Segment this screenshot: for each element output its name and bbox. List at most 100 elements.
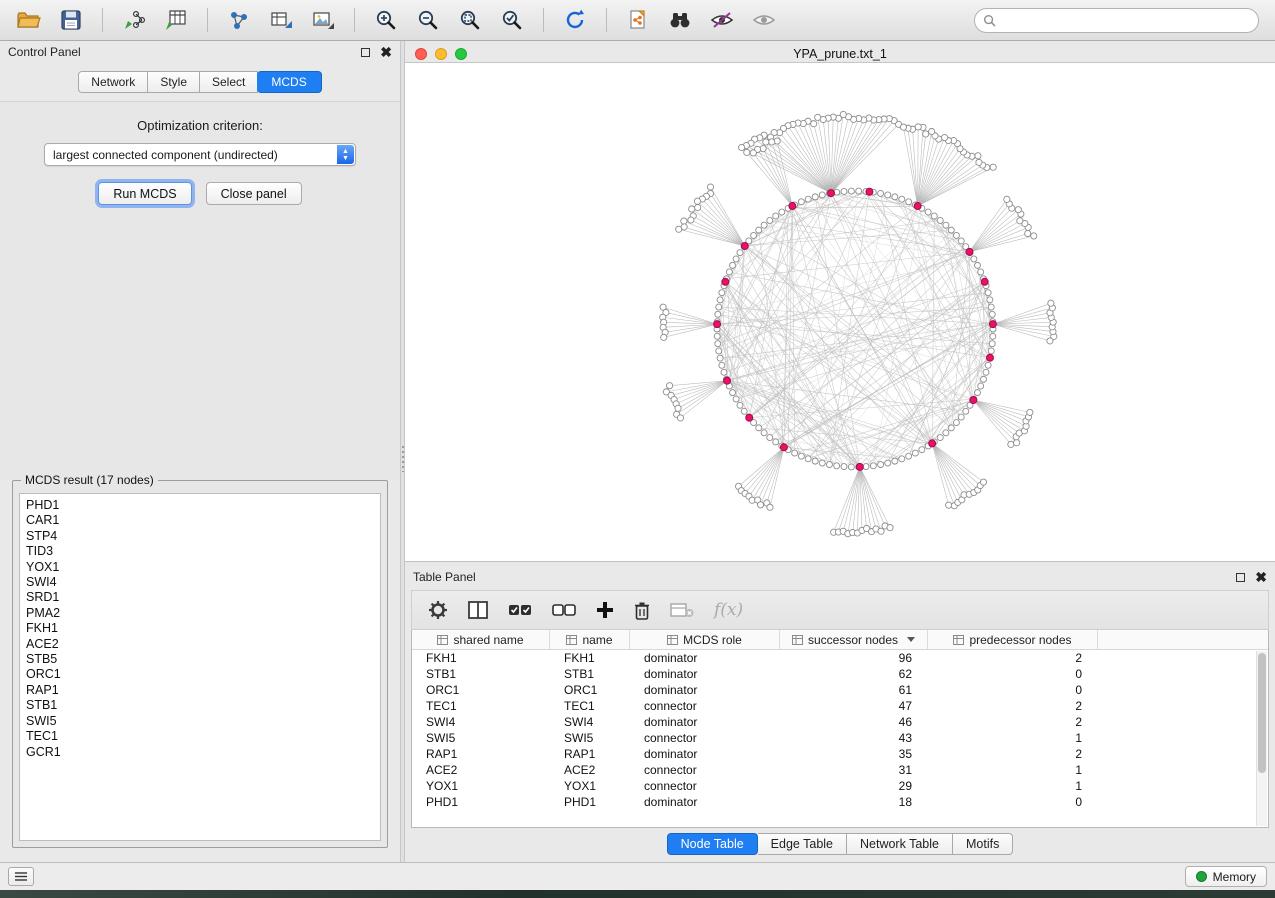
hide-selected-button[interactable] (703, 4, 741, 36)
column-header-name[interactable]: name (550, 630, 630, 649)
select-all-icon[interactable] (508, 602, 532, 618)
copy-network-button[interactable] (619, 4, 657, 36)
toolbar-separator (354, 8, 355, 32)
network-view[interactable] (405, 63, 1275, 561)
table-cell: TEC1 (412, 699, 550, 713)
mcds-node-item[interactable]: TEC1 (26, 729, 380, 744)
find-button[interactable] (661, 4, 699, 36)
table-row[interactable]: PHD1PHD1dominator180 (412, 794, 1268, 810)
table-cell: 35 (780, 747, 928, 761)
table-row[interactable]: ACE2ACE2connector311 (412, 762, 1268, 778)
table-cell: FKH1 (412, 651, 550, 665)
table-settings-gear-icon[interactable] (428, 600, 448, 620)
import-network-button[interactable] (115, 4, 153, 36)
mcds-node-item[interactable]: ORC1 (26, 667, 380, 682)
column-type-icon (566, 635, 577, 645)
mcds-node-item[interactable]: RAP1 (26, 683, 380, 698)
import-table-button[interactable] (157, 4, 195, 36)
zoom-fit-button[interactable] (451, 4, 489, 36)
mcds-node-item[interactable]: SWI5 (26, 714, 380, 729)
zoom-selected-button[interactable] (493, 4, 531, 36)
delete-column-trash-icon[interactable] (634, 601, 650, 620)
tab-edge-table[interactable]: Edge Table (758, 833, 847, 855)
control-panel-titlebar: Control Panel ✖ (0, 41, 400, 63)
zoom-out-button[interactable] (409, 4, 447, 36)
show-all-button[interactable] (745, 4, 783, 36)
column-label: predecessor nodes (969, 633, 1071, 647)
tab-node-table[interactable]: Node Table (667, 833, 758, 855)
open-session-button[interactable] (10, 4, 48, 36)
mcds-node-item[interactable]: PMA2 (26, 606, 380, 621)
node-table-body: FKH1FKH1dominator962STB1STB1dominator620… (412, 650, 1268, 810)
table-row[interactable]: SWI4SWI4dominator462 (412, 714, 1268, 730)
network-from-table-button[interactable] (262, 4, 300, 36)
mcds-node-item[interactable]: TID3 (26, 544, 380, 559)
table-row[interactable]: YOX1YOX1connector291 (412, 778, 1268, 794)
close-panel-icon[interactable]: ✖ (380, 47, 392, 57)
close-table-panel-icon[interactable]: ✖ (1255, 572, 1267, 582)
apply-layout-button[interactable] (556, 4, 594, 36)
column-header-shared-name[interactable]: shared name (412, 630, 550, 649)
node-table: shared name name MCDS role successor nod… (411, 630, 1269, 828)
mcds-node-item[interactable]: STB5 (26, 652, 380, 667)
column-header-successor-nodes[interactable]: successor nodes (780, 630, 928, 649)
close-panel-button[interactable]: Close panel (206, 182, 302, 205)
mcds-node-item[interactable]: CAR1 (26, 513, 380, 528)
table-cell: 1 (928, 731, 1098, 745)
tab-network-table[interactable]: Network Table (847, 833, 953, 855)
table-cell: YOX1 (412, 779, 550, 793)
table-row[interactable]: ORC1ORC1dominator610 (412, 682, 1268, 698)
mcds-node-item[interactable]: FKH1 (26, 621, 380, 636)
optimization-criterion-dropdown[interactable]: largest connected component (undirected)… (44, 143, 356, 166)
table-row[interactable]: SWI5SWI5connector431 (412, 730, 1268, 746)
table-row[interactable]: FKH1FKH1dominator962 (412, 650, 1268, 666)
tab-select[interactable]: Select (200, 71, 258, 93)
mcds-node-item[interactable]: PHD1 (26, 498, 380, 513)
mcds-node-item[interactable]: GCR1 (26, 745, 380, 760)
mcds-node-item[interactable]: SWI4 (26, 575, 380, 590)
run-mcds-button[interactable]: Run MCDS (98, 182, 191, 205)
tab-network[interactable]: Network (78, 71, 148, 93)
mcds-node-item[interactable]: STP4 (26, 529, 380, 544)
search-input[interactable] (1001, 13, 1250, 27)
tab-style[interactable]: Style (148, 71, 200, 93)
table-scrollbar[interactable] (1256, 651, 1267, 826)
task-history-button[interactable] (8, 867, 34, 886)
float-panel-icon[interactable] (361, 48, 370, 57)
table-cell: PHD1 (550, 795, 630, 809)
table-scrollbar-thumb[interactable] (1258, 653, 1266, 773)
table-row[interactable]: STB1STB1dominator620 (412, 666, 1268, 682)
show-columns-icon[interactable] (468, 601, 488, 619)
mcds-node-item[interactable]: YOX1 (26, 560, 380, 575)
new-network-button[interactable] (220, 4, 258, 36)
table-row[interactable]: RAP1RAP1dominator352 (412, 746, 1268, 762)
column-header-predecessor-nodes[interactable]: predecessor nodes (928, 630, 1098, 649)
table-cell: dominator (630, 747, 780, 761)
table-cell: 2 (928, 651, 1098, 665)
mcds-node-item[interactable]: SRD1 (26, 590, 380, 605)
mcds-result-title: MCDS result (17 nodes) (21, 473, 158, 487)
table-cell: 2 (928, 699, 1098, 713)
column-header-mcds-role[interactable]: MCDS role (630, 630, 780, 649)
export-image-button[interactable] (304, 4, 342, 36)
deselect-all-icon[interactable] (552, 602, 576, 618)
network-titlebar[interactable]: YPA_prune.txt_1 (405, 45, 1275, 63)
memory-button[interactable]: Memory (1185, 866, 1267, 887)
table-cell: YOX1 (550, 779, 630, 793)
save-session-button[interactable] (52, 4, 90, 36)
network-canvas[interactable] (405, 63, 1275, 561)
mcds-node-item[interactable]: STB1 (26, 698, 380, 713)
add-column-icon[interactable] (596, 601, 614, 619)
search-box[interactable] (974, 8, 1259, 33)
table-cell: SWI4 (550, 715, 630, 729)
mcds-result-list[interactable]: PHD1CAR1STP4TID3YOX1SWI4SRD1PMA2FKH1ACE2… (19, 493, 381, 841)
table-cell: connector (630, 763, 780, 777)
mcds-node-item[interactable]: ACE2 (26, 637, 380, 652)
float-table-panel-icon[interactable] (1236, 573, 1245, 582)
zoom-in-button[interactable] (367, 4, 405, 36)
column-label: name (582, 633, 612, 647)
table-cell: dominator (630, 715, 780, 729)
tab-motifs[interactable]: Motifs (953, 833, 1013, 855)
tab-mcds[interactable]: MCDS (257, 71, 321, 93)
table-row[interactable]: TEC1TEC1connector472 (412, 698, 1268, 714)
